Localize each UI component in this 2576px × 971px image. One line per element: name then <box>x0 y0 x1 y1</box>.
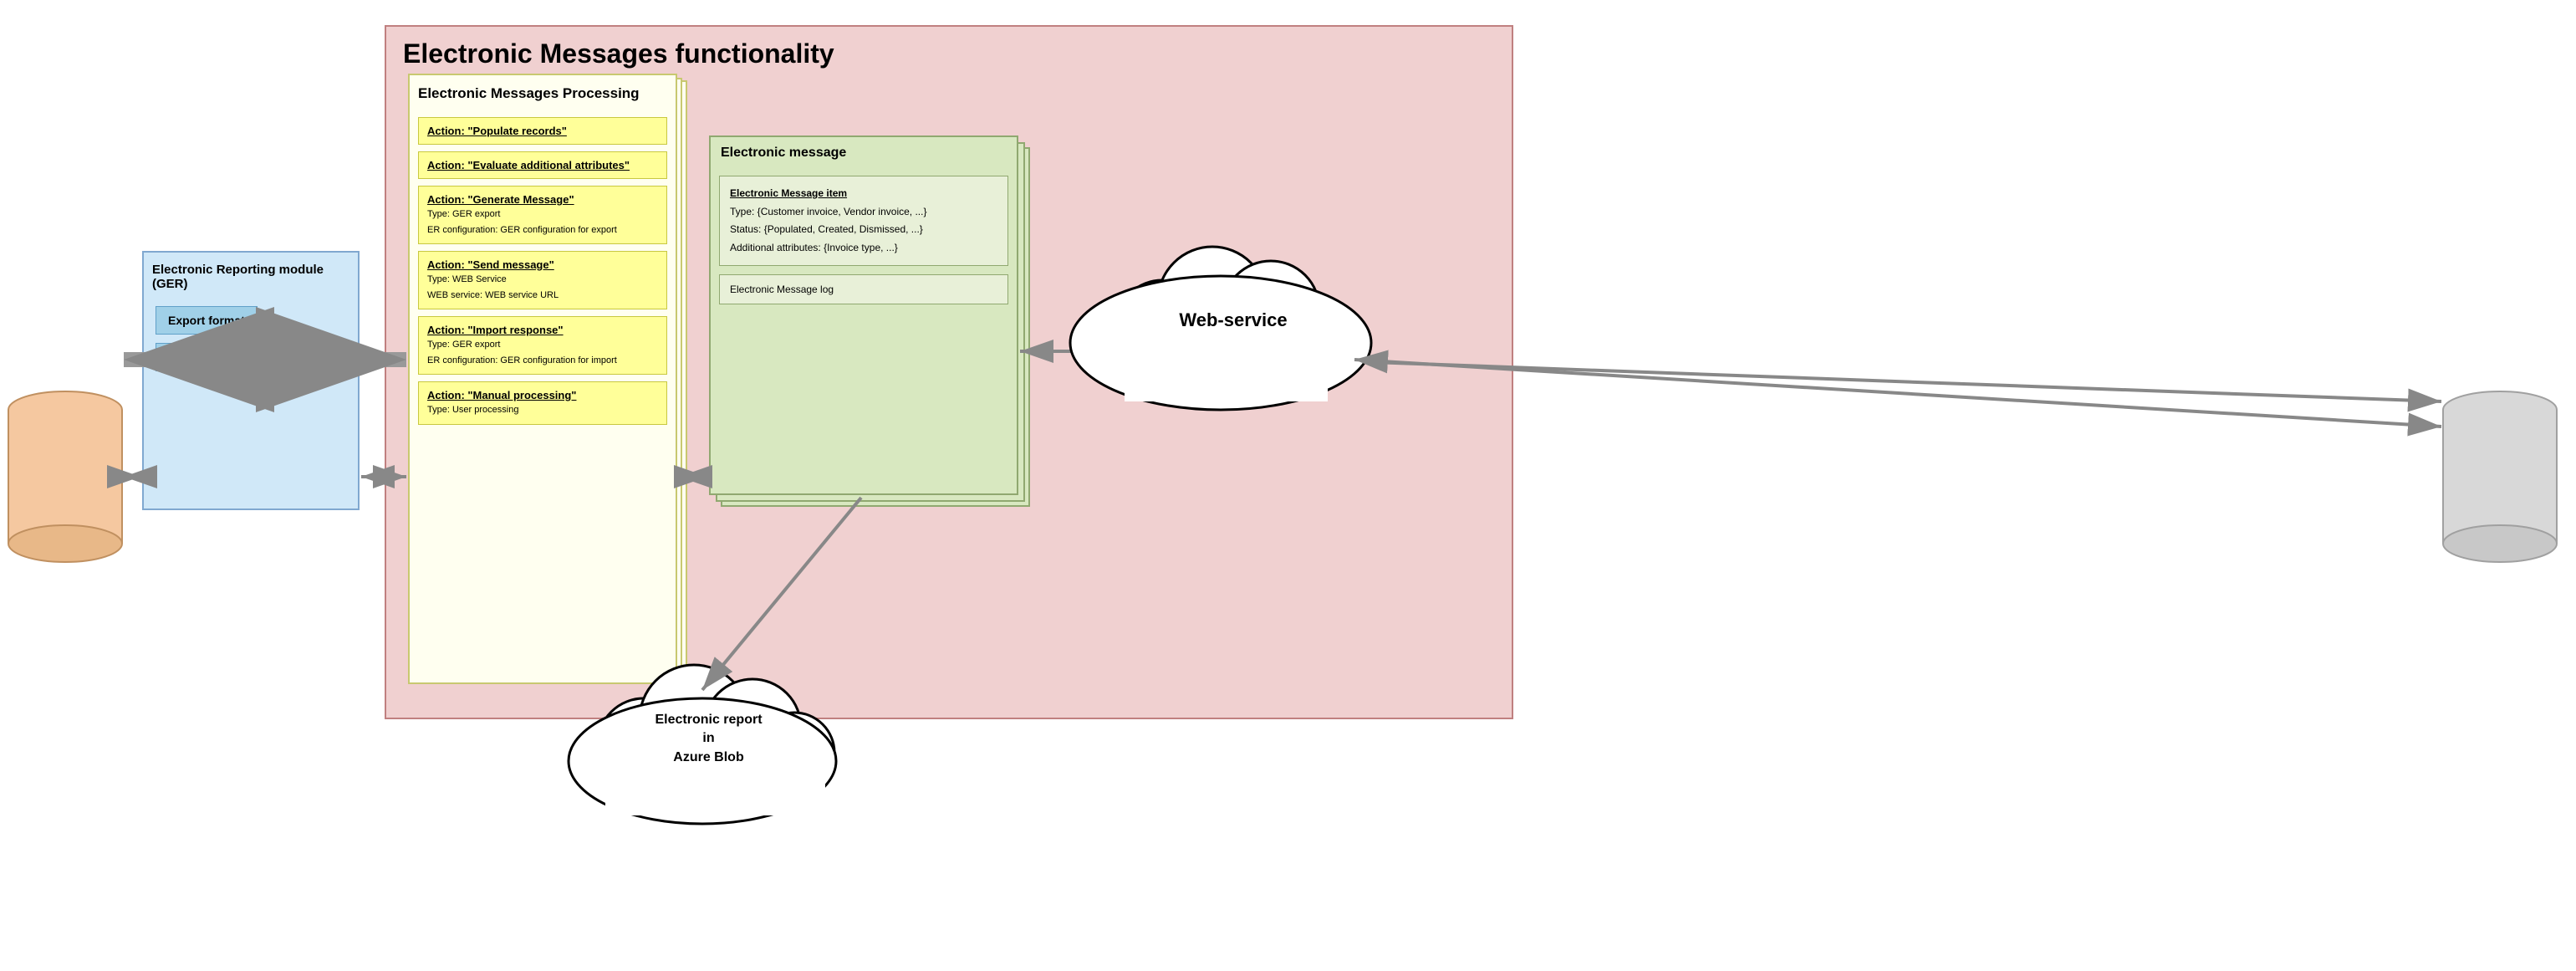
action-detail-4-1: WEB service: WEB service URL <box>427 289 658 303</box>
webservice-label: Web-service <box>1137 309 1329 331</box>
action-box-6: Action: "Manual processing" Type: User p… <box>418 381 667 425</box>
action-box-3: Action: "Generate Message" Type: GER exp… <box>418 186 667 244</box>
action-title-3: Action: "Generate Message" <box>427 193 658 206</box>
action-title-5: Action: "Import response" <box>427 324 658 336</box>
action-detail-3-0: Type: GER export <box>427 207 658 222</box>
azure-blob-label: Electronic reportinAzure Blob <box>631 711 786 767</box>
action-box-5: Action: "Import response" Type: GER expo… <box>418 316 667 375</box>
diagram-container: Electronic Messages functionality Electr… <box>0 0 2576 971</box>
em-item-additional: Additional attributes: {Invoice type, ..… <box>730 239 997 258</box>
authority-db-label: AuthorityDB <box>2450 443 2550 485</box>
em-box-front: Electronic message Electronic Message it… <box>709 135 1018 495</box>
em-item-status: Status: {Populated, Created, Dismissed, … <box>730 221 997 239</box>
action-detail-5-0: Type: GER export <box>427 338 658 352</box>
em-item-title-label: Electronic Message item <box>730 187 847 199</box>
em-item-box: Electronic Message item Type: {Customer … <box>719 176 1008 266</box>
webservice-text: Web-service <box>1179 309 1287 330</box>
authority-text: AuthorityDB <box>2466 445 2533 483</box>
import-format-button[interactable]: Import format <box>156 343 257 371</box>
em-title: Electronic message <box>711 137 1017 167</box>
action-title-2: Action: "Evaluate additional attributes" <box>427 159 658 171</box>
dyn365-text: Dynamics 365for OperationsDB <box>15 445 119 503</box>
action-title-4: Action: "Send message" <box>427 258 658 271</box>
em-log-box: Electronic Message log <box>719 274 1008 304</box>
em-item-title: Electronic Message item <box>730 185 997 203</box>
action-box-4: Action: "Send message" Type: WEB Service… <box>418 251 667 309</box>
em-log-label: Electronic Message log <box>730 284 997 295</box>
em-item-type: Type: {Customer invoice, Vendor invoice,… <box>730 203 997 222</box>
emp-box-front: Electronic Messages Processing Action: "… <box>408 74 677 684</box>
action-detail-3-1: ER configuration: GER configuration for … <box>427 223 658 238</box>
er-module-box: Electronic Reporting module (GER) Export… <box>142 251 360 510</box>
export-format-button[interactable]: Export format <box>156 306 258 335</box>
action-box-1: Action: "Populate records" <box>418 117 667 145</box>
action-detail-6-0: Type: User processing <box>427 403 658 417</box>
action-box-2: Action: "Evaluate additional attributes" <box>418 151 667 179</box>
emp-title: Electronic Messages Processing <box>410 75 676 110</box>
er-module-title: Electronic Reporting module (GER) <box>144 253 358 298</box>
action-title-1: Action: "Populate records" <box>427 125 658 137</box>
action-detail-5-1: ER configuration: GER configuration for … <box>427 354 658 368</box>
action-title-6: Action: "Manual processing" <box>427 389 658 401</box>
em-functionality-title: Electronic Messages functionality <box>386 27 1512 76</box>
dynamics365-label: Dynamics 365for OperationsDB <box>12 443 122 507</box>
action-detail-4-0: Type: WEB Service <box>427 273 658 287</box>
azure-blob-text: Electronic reportinAzure Blob <box>655 713 762 764</box>
